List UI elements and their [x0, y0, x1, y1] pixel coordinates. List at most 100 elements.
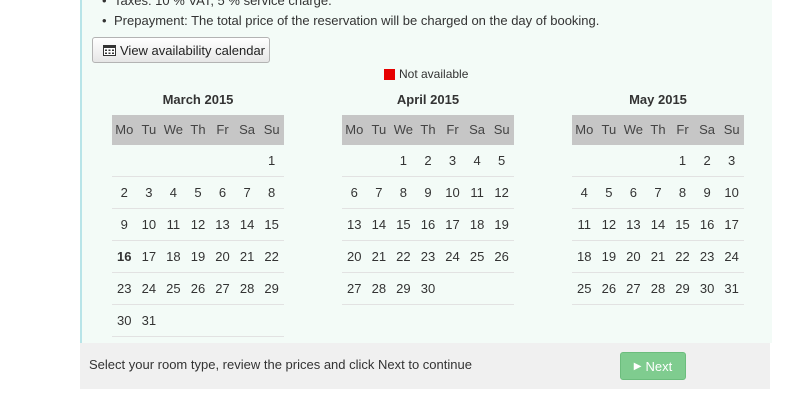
- day-cell: 13: [347, 217, 362, 232]
- empty-day-cell: [440, 273, 465, 304]
- day-cell: 6: [350, 185, 358, 200]
- next-button[interactable]: ▶ Next: [620, 352, 686, 380]
- month-days-grid: 1 2 3 4 5 6 7 8 9 10 11 12 13 14 15 16 17 18 19 20 21 22 23 24 2…: [112, 145, 284, 337]
- day-cell: 18: [469, 217, 485, 232]
- day-cell: 12: [601, 217, 617, 232]
- play-arrow-icon: ▶: [633, 360, 642, 372]
- day-cell: 3: [728, 153, 736, 168]
- day-cell: 26: [601, 281, 617, 296]
- weekday-label: Fr: [446, 122, 459, 137]
- day-cell: 31: [141, 313, 157, 328]
- day-cell: 6: [218, 185, 227, 200]
- week-row: 9 10 11 12 13 14 15: [112, 209, 284, 241]
- weekday-label: Sa: [239, 122, 256, 137]
- empty-day-cell: [186, 145, 211, 176]
- day-cell: 13: [626, 217, 641, 232]
- week-row: 20 21 22 23 24 25 26: [342, 241, 514, 273]
- week-row: 11 12 13 14 15 16 17: [572, 209, 744, 241]
- availability-legend: Not available: [384, 67, 468, 81]
- day-cell: 25: [166, 281, 181, 296]
- day-cell: 10: [141, 217, 157, 232]
- day-cell: 8: [678, 185, 687, 200]
- day-cell: 1: [399, 153, 408, 168]
- day-cell: 22: [675, 249, 690, 264]
- week-row: 18 19 20 21 22 23 24: [572, 241, 744, 273]
- week-row: 1: [112, 145, 284, 177]
- weekday-label: Sa: [469, 122, 486, 137]
- empty-day-cell: [465, 273, 490, 304]
- view-availability-calendar-button[interactable]: View availability calendar: [92, 37, 270, 63]
- day-cell: 29: [264, 281, 279, 296]
- weekday-label: Tu: [371, 122, 387, 137]
- empty-day-cell: [489, 273, 514, 304]
- day-cell: 11: [166, 217, 181, 232]
- day-cell: 11: [470, 185, 484, 200]
- day-cell: 3: [448, 153, 457, 168]
- day-cell: 27: [215, 281, 230, 296]
- day-cell: 30: [420, 281, 436, 296]
- month-days-grid: 1 2 3 4 5 6 7 8 9 10 11 12 13 14 15 16 17 18 19 20 21 22 23 24 2…: [572, 145, 744, 305]
- day-cell: 30: [117, 313, 132, 328]
- weekday-label: We: [623, 122, 644, 137]
- day-cell: 17: [724, 217, 739, 232]
- day-cell: 15: [264, 217, 279, 232]
- day-cell: 21: [239, 249, 255, 264]
- day-cell: 16: [420, 217, 436, 232]
- weekday-label: Sa: [699, 122, 716, 137]
- day-cell: 24: [724, 249, 739, 264]
- day-cell: 23: [420, 249, 436, 264]
- booking-footer: Select your room type, review the prices…: [80, 343, 770, 389]
- view-availability-calendar-label: View availability calendar: [120, 42, 266, 58]
- weekday-header: Mo Tu We Th Fr Sa Su: [342, 115, 514, 145]
- day-cell: 28: [371, 281, 387, 296]
- day-cell: 19: [190, 249, 206, 264]
- empty-day-cell: [342, 145, 367, 176]
- day-cell: 22: [264, 249, 279, 264]
- day-cell: 25: [577, 281, 592, 296]
- empty-day-cell: [186, 305, 211, 336]
- weekday-label: Mo: [115, 122, 134, 137]
- day-cell: 2: [424, 153, 432, 168]
- day-cell: 16: [699, 217, 715, 232]
- day-cell: 4: [580, 185, 588, 200]
- weekday-label: Tu: [601, 122, 617, 137]
- day-cell: 20: [626, 249, 641, 264]
- weekday-header: Mo Tu We Th Fr Sa Su: [572, 115, 744, 145]
- month-calendar-april: April 2015 Mo Tu We Th Fr Sa Su 1 2 3 4 5 6 7 8 9 10 11 1…: [342, 90, 514, 305]
- month-title: March 2015: [162, 92, 234, 107]
- day-cell: 18: [577, 249, 592, 264]
- weekday-label: We: [393, 122, 414, 137]
- day-cell: 3: [145, 185, 153, 200]
- day-cell: 24: [445, 249, 460, 264]
- empty-day-cell: [112, 145, 137, 176]
- empty-day-cell: [210, 145, 235, 176]
- week-row: 23 24 25 26 27 28 29: [112, 273, 284, 305]
- day-cell: 6: [629, 185, 638, 200]
- day-cell: 19: [601, 249, 617, 264]
- day-cell: 9: [120, 217, 128, 232]
- day-cell: 24: [141, 281, 157, 296]
- day-cell: 28: [650, 281, 666, 296]
- day-cell: 17: [141, 249, 157, 264]
- day-cell: 1: [678, 153, 687, 168]
- day-cell: 14: [371, 217, 387, 232]
- month-calendar-may: May 2015 Mo Tu We Th Fr Sa Su 1 2 3 4 5 6 7 8 9 10 11 12 1…: [572, 90, 744, 305]
- day-cell: 26: [494, 249, 509, 264]
- day-cell: 10: [445, 185, 460, 200]
- day-cell: 23: [117, 281, 132, 296]
- weekday-label: Mo: [575, 122, 594, 137]
- week-row: 1 2 3 4 5: [342, 145, 514, 177]
- day-cell: 14: [650, 217, 666, 232]
- calendar-icon: [103, 45, 116, 56]
- weekday-label: Th: [650, 122, 666, 137]
- empty-day-cell: [621, 145, 646, 176]
- next-button-label: Next: [645, 358, 673, 374]
- empty-day-cell: [572, 145, 597, 176]
- day-cell: 12: [494, 185, 509, 200]
- day-cell: 9: [703, 185, 711, 200]
- day-cell: 28: [239, 281, 255, 296]
- day-cell: 20: [347, 249, 362, 264]
- day-cell: 31: [724, 281, 739, 296]
- week-row: 2 3 4 5 6 7 8: [112, 177, 284, 209]
- weekday-label: We: [163, 122, 184, 137]
